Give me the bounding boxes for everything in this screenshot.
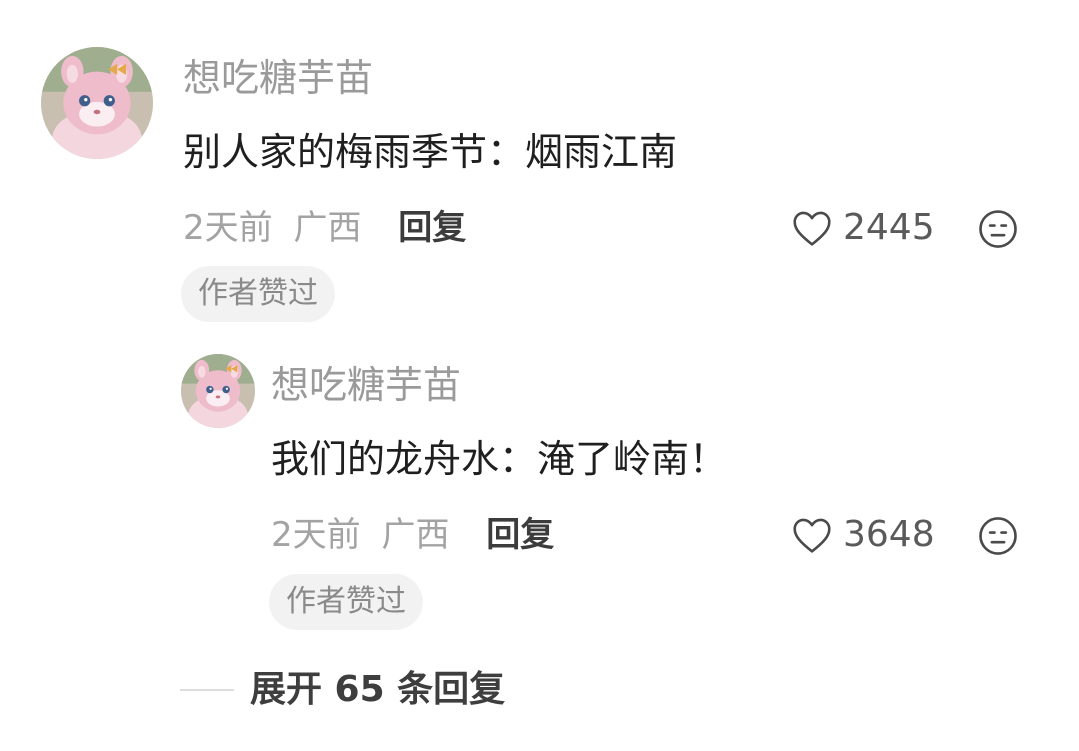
expand-replies-button[interactable]: 展开 65 条回复 (180, 672, 505, 708)
comment-time: 2天前 (271, 515, 361, 555)
author-liked-badge: 作者赞过 (269, 574, 423, 630)
comment-text[interactable]: 我们的龙舟水：淹了岭南！ (271, 440, 727, 478)
like-count: 2445 (843, 207, 935, 248)
reply-button[interactable]: 回复 (486, 515, 554, 555)
heart-outline-icon (793, 518, 831, 553)
comment-meta: 2天前 广西 回复 (271, 518, 554, 552)
comment-meta: 2天前 广西 回复 (183, 211, 466, 245)
pink-bear-avatar-icon (181, 354, 255, 428)
comment-time: 2天前 (183, 208, 273, 248)
comment-location: 广西 (293, 208, 362, 248)
author-liked-badge: 作者赞过 (181, 266, 335, 322)
heart-outline-icon (793, 211, 831, 246)
like-button[interactable]: 2445 (791, 209, 935, 247)
divider-line (180, 689, 234, 691)
unhappy-face-icon (979, 210, 1017, 248)
comment-text[interactable]: 别人家的梅雨季节：烟雨江南 (183, 133, 677, 171)
comment-location: 广西 (381, 515, 450, 555)
like-count: 3648 (843, 514, 935, 555)
pink-bear-avatar-icon (41, 47, 153, 159)
reply-button[interactable]: 回复 (398, 208, 466, 248)
comment-username[interactable]: 想吃糖芋苗 (183, 59, 373, 97)
like-button[interactable]: 3648 (791, 516, 935, 554)
dislike-button[interactable] (977, 515, 1019, 557)
avatar[interactable] (41, 47, 153, 159)
expand-replies-label: 展开 65 条回复 (250, 669, 506, 710)
unhappy-face-icon (979, 517, 1017, 555)
dislike-button[interactable] (977, 208, 1019, 250)
avatar[interactable] (181, 354, 255, 428)
comment-username[interactable]: 想吃糖芋苗 (271, 366, 461, 404)
